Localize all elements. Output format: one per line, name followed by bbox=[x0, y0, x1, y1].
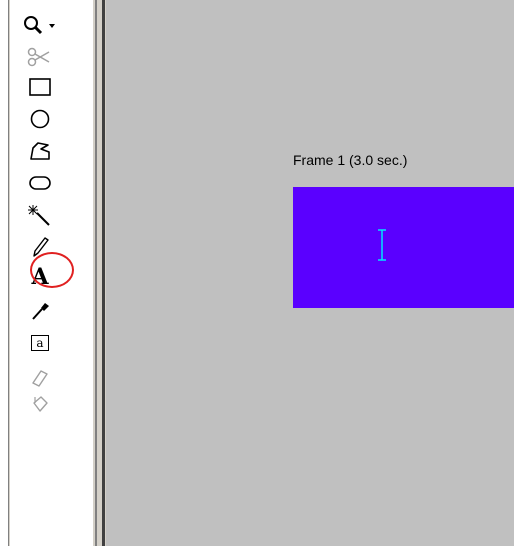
ellipse-tool-button[interactable] bbox=[14, 104, 66, 134]
eraser-icon bbox=[32, 370, 48, 387]
tool-palette: A a bbox=[0, 0, 92, 546]
rectangle-icon bbox=[29, 78, 51, 96]
paint-bucket-tool-button[interactable] bbox=[14, 390, 66, 420]
magnifier-icon bbox=[24, 16, 55, 35]
text-box-label: a bbox=[36, 336, 44, 350]
cut-tool-button[interactable] bbox=[14, 42, 66, 72]
frame-label: Frame 1 (3.0 sec.) bbox=[293, 152, 408, 168]
polygon-tool-button[interactable] bbox=[14, 136, 66, 166]
eyedropper-icon bbox=[32, 303, 49, 320]
magic-wand-icon bbox=[28, 205, 50, 226]
polygon-icon bbox=[30, 142, 50, 160]
i-beam-cursor-icon bbox=[375, 228, 389, 267]
text-A-icon: A bbox=[31, 264, 49, 290]
text-box-icon: a bbox=[31, 335, 49, 351]
text-tool-button[interactable]: A bbox=[14, 252, 74, 296]
rectangle-tool-button[interactable] bbox=[14, 72, 66, 102]
rounded-rectangle-icon bbox=[29, 176, 51, 190]
eyedropper-tool-button[interactable] bbox=[14, 296, 66, 326]
ellipse-icon bbox=[30, 109, 50, 129]
scissors-icon bbox=[27, 47, 50, 67]
zoom-tool-button[interactable] bbox=[14, 10, 66, 40]
frame-content[interactable] bbox=[293, 187, 514, 308]
rounded-rectangle-tool-button[interactable] bbox=[14, 168, 66, 198]
eraser-tool-button[interactable] bbox=[14, 362, 66, 392]
paint-bucket-icon bbox=[33, 396, 48, 412]
magic-wand-tool-button[interactable] bbox=[14, 200, 66, 230]
text-object-tool-button[interactable]: a bbox=[14, 328, 66, 358]
toolbar-grip[interactable] bbox=[8, 0, 11, 546]
toolbar-splitter[interactable] bbox=[92, 0, 106, 546]
